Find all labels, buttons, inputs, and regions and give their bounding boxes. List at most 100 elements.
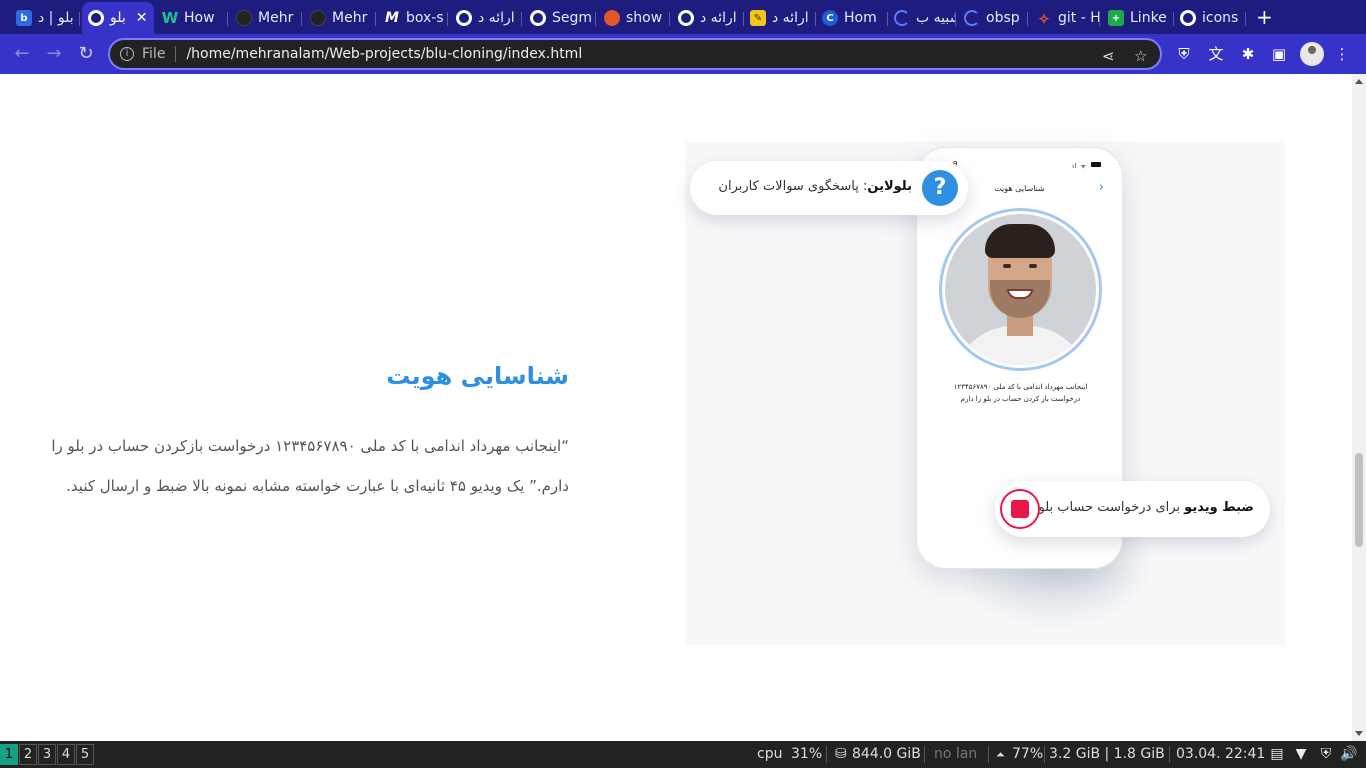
address-bar[interactable]: i File /home/mehranalam/Web-projects/blu…	[108, 38, 1162, 70]
bookmark-star-icon[interactable]: ☆	[1134, 47, 1147, 65]
tab-title: icons	[1202, 10, 1239, 26]
system-taskbar: 1 2 3 4 5 cpu 31% ⛁ 844.0 GiB no lan ⏶ 7…	[0, 741, 1366, 768]
tab-1[interactable]: b بلو | د	[10, 4, 80, 32]
identity-section-text: شناسایی هویت “اینجانب مهرداد اندامی با ک…	[49, 356, 569, 506]
back-icon[interactable]: ←	[10, 42, 34, 66]
record-badge-bold: ضبط ویدیو	[1184, 500, 1254, 515]
disk-usage: 844.0 GiB	[852, 746, 921, 762]
tab-title: بلو	[110, 10, 126, 26]
tab-7[interactable]: ارائه د	[450, 4, 522, 32]
tab-title: بلو | د	[38, 10, 74, 26]
scrollbar-thumb[interactable]	[1355, 453, 1363, 547]
tab-10[interactable]: ارائه د	[672, 4, 744, 32]
tab-12[interactable]: C Hom	[816, 4, 888, 32]
side-panel-icon[interactable]: ▣	[1268, 43, 1290, 65]
profile-avatar[interactable]	[1300, 42, 1324, 66]
share-icon[interactable]: ⋖	[1102, 47, 1115, 65]
phone-status-bar: 9 ıl ᯤ	[937, 160, 1107, 170]
cpu-value: 31%	[791, 746, 823, 762]
tab-16[interactable]: + Linke	[1102, 4, 1174, 32]
info-icon[interactable]: i	[120, 47, 134, 61]
globe-icon	[530, 10, 546, 26]
tab-title: show	[626, 10, 663, 26]
workspace-5[interactable]: 5	[76, 744, 94, 765]
record-button-icon	[1000, 489, 1040, 529]
workspace-3[interactable]: 3	[38, 744, 56, 765]
w-logo-icon: W	[161, 9, 179, 27]
orange-site-icon	[604, 10, 620, 26]
record-badge: ضبط ویدیو برای درخواست حساب بلو	[995, 481, 1270, 537]
tab-title: Linke	[1130, 10, 1167, 26]
c-logo-icon: C	[822, 10, 838, 26]
tab-2-active[interactable]: بلو ✕	[82, 2, 154, 34]
tab-3[interactable]: W How	[156, 4, 228, 32]
signal-icon: ıl ᯤ	[1072, 163, 1087, 170]
tab-13[interactable]: شبیه ب	[888, 4, 956, 32]
tab-14[interactable]: obsp	[958, 4, 1028, 32]
loading-icon	[894, 10, 910, 26]
tab-title: ارائه د	[700, 10, 737, 26]
new-tab-button[interactable]: +	[1256, 6, 1273, 28]
globe-icon	[1180, 10, 1196, 26]
note-icon: ✎	[750, 10, 766, 26]
git-icon: ⟡	[1039, 9, 1049, 27]
forward-icon[interactable]: →	[42, 42, 66, 66]
battery-icon: ⏶	[996, 748, 1005, 761]
battery-level: 77%	[1012, 746, 1044, 762]
caption-line-2: درخواست باز کردن حساب در بلو را دارم	[960, 395, 1081, 403]
scroll-up-icon[interactable]	[1355, 79, 1363, 84]
extensions-puzzle-icon[interactable]: ✱	[1237, 43, 1259, 65]
globe-icon	[456, 10, 472, 26]
reload-icon[interactable]: ↻	[74, 42, 98, 66]
github-icon	[310, 10, 326, 26]
shield-tray-icon[interactable]: ⛨	[1317, 745, 1335, 763]
close-icon[interactable]: ✕	[136, 10, 148, 26]
menu-kebab-icon[interactable]: ⋮	[1331, 43, 1353, 65]
clipboard-icon[interactable]: ▤	[1268, 745, 1286, 763]
page-viewport: شناسایی هویت “اینجانب مهرداد اندامی با ک…	[0, 74, 1352, 741]
tab-8[interactable]: Segm	[524, 4, 596, 32]
datetime: 03.04. 22:41	[1176, 746, 1266, 762]
battery-icon	[1091, 162, 1101, 167]
workspace-4[interactable]: 4	[57, 744, 75, 765]
tab-title: Hom	[844, 10, 877, 26]
tab-title: git - H	[1058, 10, 1100, 26]
translate-extension-icon[interactable]: 文	[1205, 43, 1227, 65]
tab-6[interactable]: M box-s	[378, 4, 448, 32]
shield-extension-icon[interactable]: ⛨	[1173, 43, 1195, 65]
vertical-scrollbar[interactable]	[1352, 74, 1366, 741]
tab-title: How	[184, 10, 215, 26]
tab-title: Mehr	[332, 10, 368, 26]
disk-icon: ⛁	[835, 746, 847, 762]
workspace-1[interactable]: 1	[0, 744, 18, 765]
caption-line-1: اینجانب مهرداد اندامی با کد ملی ۱۲۳۴۵۶۷۸…	[953, 383, 1088, 391]
faq-badge: ? بلولاین: پاسخگوی سوالات کاربران	[690, 161, 968, 215]
m-logo-icon: M	[385, 10, 399, 26]
section-title: شناسایی هویت	[386, 362, 569, 390]
avatar-ring	[939, 208, 1102, 371]
workspace-2[interactable]: 2	[19, 744, 37, 765]
browser-toolbar: ← → ↻ i File /home/mehranalam/Web-projec…	[0, 34, 1366, 74]
question-mark-icon: ?	[922, 170, 958, 206]
github-icon	[236, 10, 252, 26]
tab-4[interactable]: Mehr	[230, 4, 302, 32]
section-body: “اینجانب مهرداد اندامی با کد ملی ۱۲۳۴۵۶۷…	[51, 437, 569, 495]
tab-title: Mehr	[258, 10, 294, 26]
memory-usage: 3.2 GiB | 1.8 GiB	[1049, 746, 1165, 762]
url-text[interactable]: /home/mehranalam/Web-projects/blu-clonin…	[186, 46, 582, 62]
tab-title: ارائه د	[772, 10, 809, 26]
faq-badge-text: : پاسخگوی سوالات کاربران	[718, 179, 868, 194]
volume-icon[interactable]: 🔊	[1340, 745, 1358, 763]
tab-title: box-s	[406, 10, 444, 26]
cpu-label: cpu	[757, 746, 783, 762]
scroll-down-icon[interactable]	[1355, 731, 1363, 736]
wifi-icon[interactable]: ▼	[1292, 745, 1310, 763]
tab-5[interactable]: Mehr	[304, 4, 376, 32]
tab-17[interactable]: icons	[1174, 4, 1246, 32]
tab-title: Segm	[552, 10, 593, 26]
tab-11[interactable]: ✎ ارائه د	[744, 4, 816, 32]
tab-9[interactable]: show	[598, 4, 670, 32]
network-status: no lan	[934, 746, 978, 762]
tab-15[interactable]: ⟡ git - H	[1030, 4, 1100, 32]
blu-logo-icon: b	[16, 10, 32, 26]
